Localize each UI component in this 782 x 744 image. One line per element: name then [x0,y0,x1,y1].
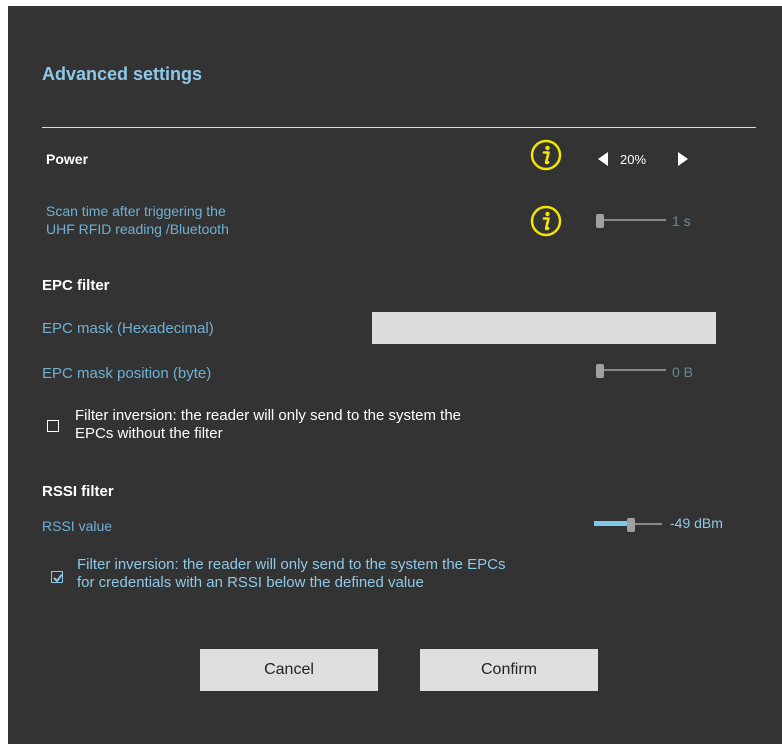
rssi-filter-heading: RSSI filter [42,483,114,500]
scan-time-label: Scan time after triggering the UHF RFID … [46,202,229,238]
power-increase-button[interactable] [678,152,688,166]
rssi-value-label: RSSI value [42,518,113,534]
confirm-button[interactable]: Confirm [420,649,598,691]
epc-mask-position-slider[interactable] [596,364,666,378]
rssi-filter-inversion-text: Filter inversion: the reader will only s… [77,556,506,592]
advanced-settings-dialog: Advanced settings Power 20% Scan time af… [8,6,782,744]
scan-time-label-line2: UHF RFID reading /Bluetooth [46,221,229,237]
rssi-slider[interactable] [594,518,662,532]
power-decrease-button[interactable] [598,152,608,166]
epc-mask-position-slider-thumb[interactable] [596,364,604,378]
epc-filter-inversion-line2: EPCs without the filter [75,425,223,442]
dialog-title: Advanced settings [42,64,203,84]
rssi-slider-fill [594,521,627,526]
scan-time-info-icon[interactable] [530,205,562,237]
rssi-slider-thumb[interactable] [627,518,635,532]
rssi-value: -49 dBm [670,515,723,531]
checkmark-icon [53,573,63,583]
epc-filter-inversion-line1: Filter inversion: the reader will only s… [75,407,462,424]
epc-filter-heading: EPC filter [42,277,110,294]
epc-filter-inversion-checkbox[interactable] [47,420,59,432]
scan-time-label-line1: Scan time after triggering the [46,203,226,219]
title-divider [42,127,756,128]
scan-time-slider-thumb[interactable] [596,214,604,228]
epc-filter-inversion-text: Filter inversion: the reader will only s… [75,407,461,443]
rssi-filter-inversion-line2: for credentials with an RSSI below the d… [77,574,424,591]
power-info-icon[interactable] [530,139,562,171]
scan-time-slider[interactable] [596,214,666,228]
rssi-filter-inversion-checkbox[interactable] [51,571,63,583]
rssi-filter-inversion-line1: Filter inversion: the reader will only s… [77,556,506,573]
power-label: Power [46,151,89,167]
epc-mask-position-label: EPC mask position (byte) [42,365,212,382]
epc-mask-label: EPC mask (Hexadecimal) [42,320,214,337]
cancel-button[interactable]: Cancel [200,649,378,691]
scan-time-slider-track [596,219,666,221]
epc-mask-position-value: 0 B [672,364,694,380]
scan-time-value: 1 s [672,213,691,229]
power-value: 20% [620,152,647,167]
epc-mask-position-slider-track [596,369,666,371]
epc-mask-input[interactable] [372,312,716,344]
